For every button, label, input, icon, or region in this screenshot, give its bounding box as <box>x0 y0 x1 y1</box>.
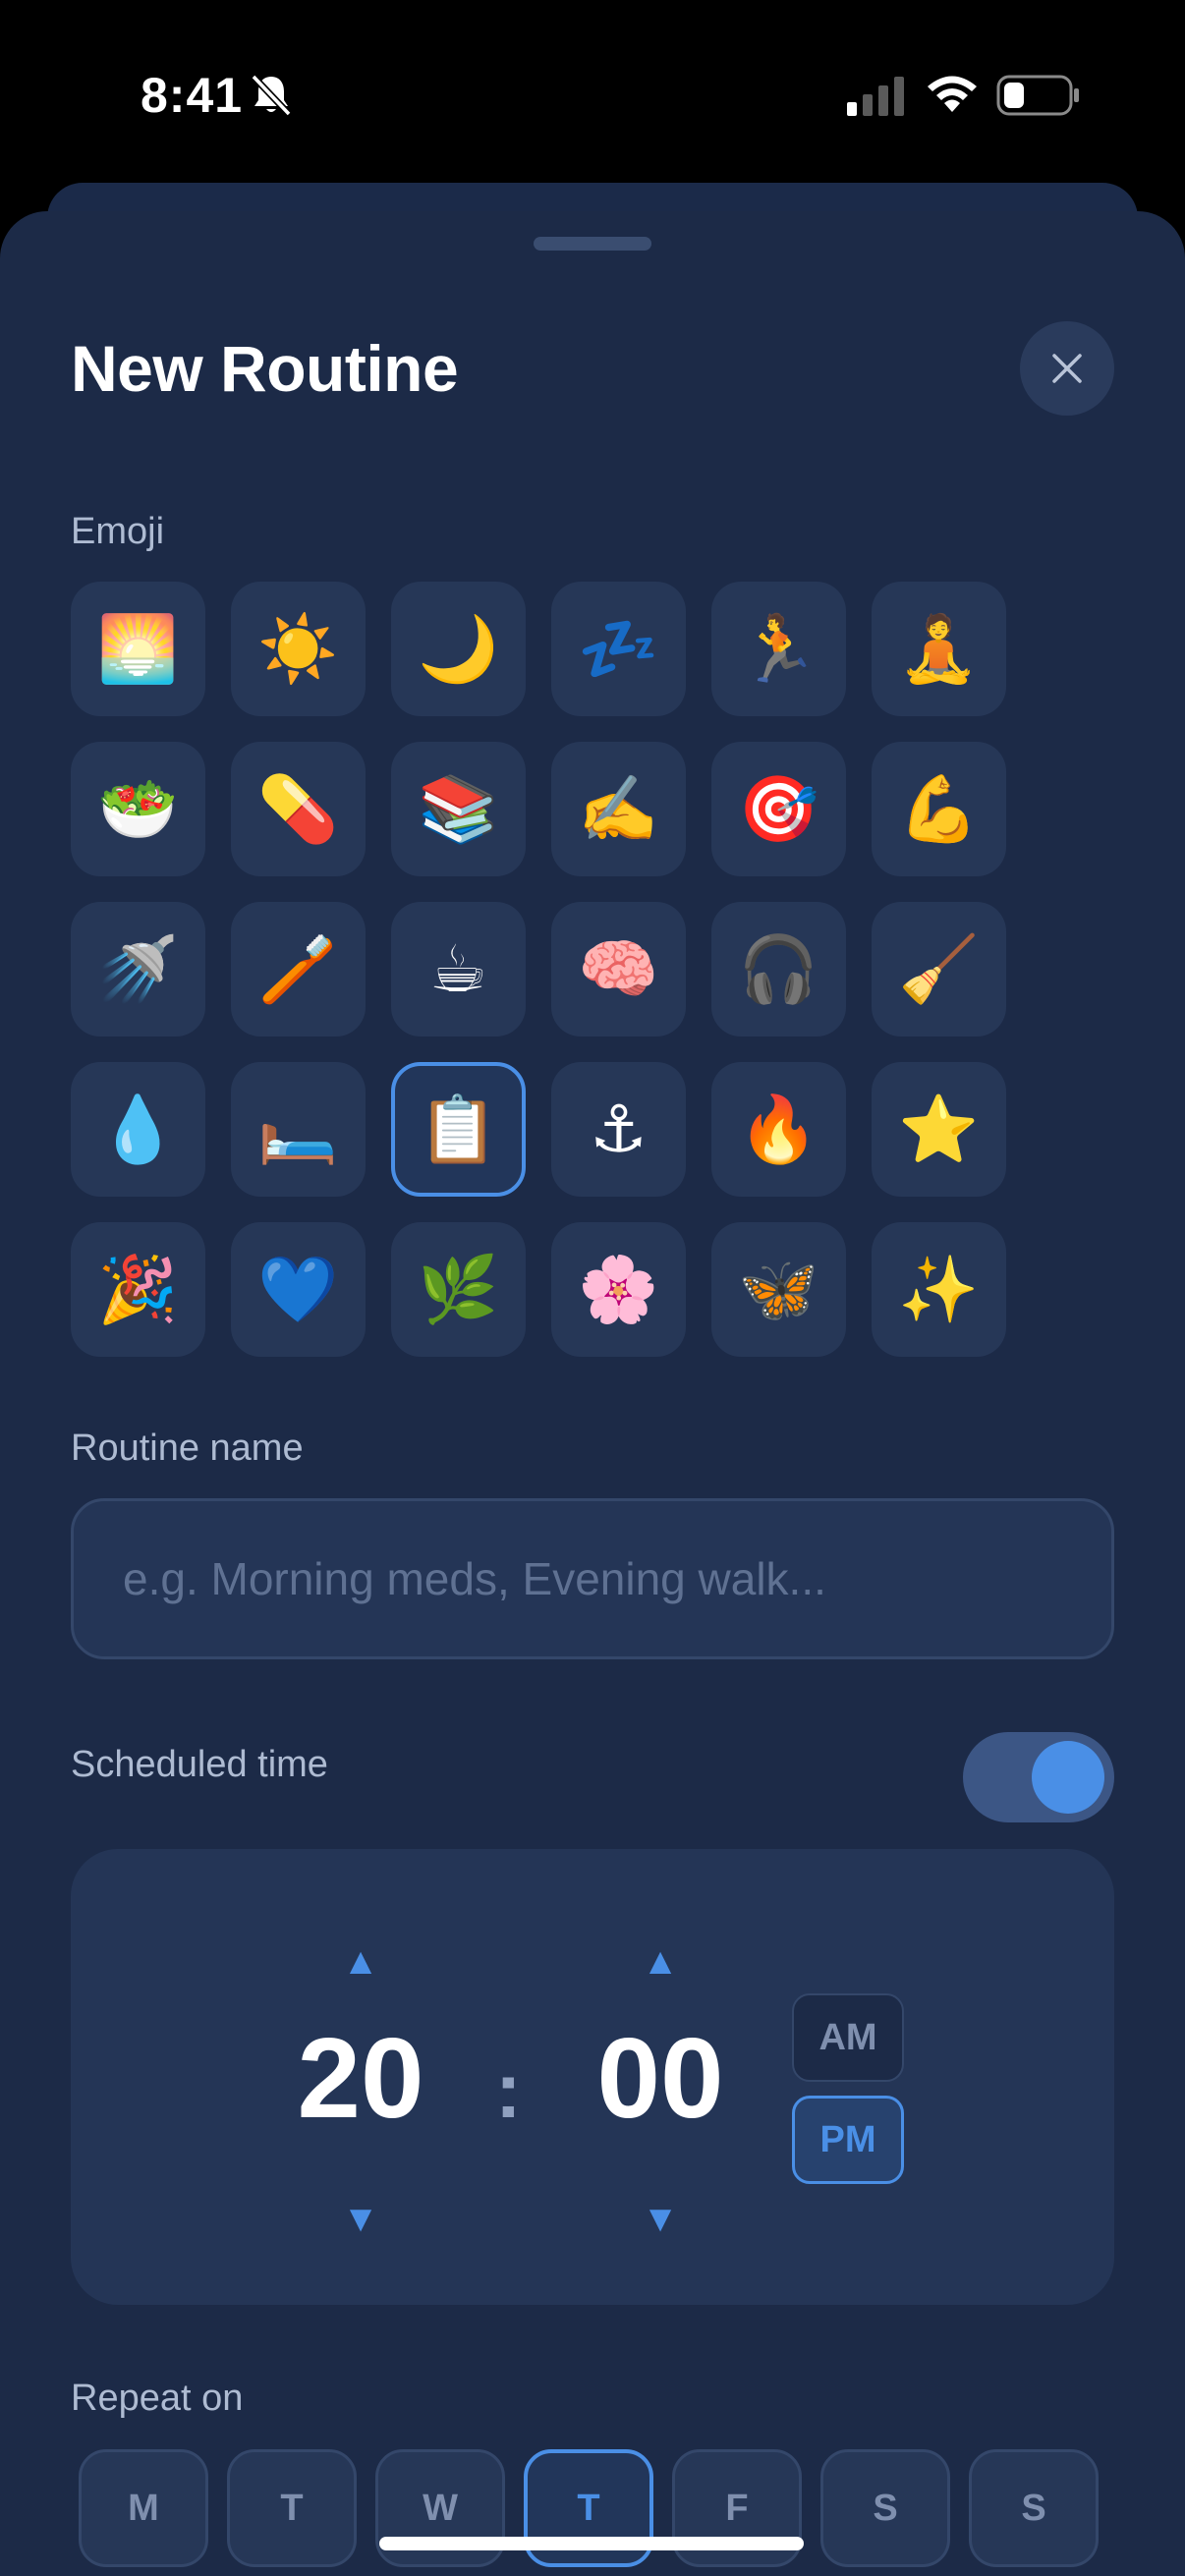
coffee-icon: ☕ <box>428 930 488 1007</box>
minute-value[interactable]: 00 <box>562 2021 759 2135</box>
status-time: 8:41 <box>141 68 244 123</box>
emoji-option-headphones[interactable]: 🎧 <box>711 902 846 1036</box>
emoji-option-pill[interactable]: 💊 <box>231 742 366 876</box>
droplet-icon: 💧 <box>97 1091 179 1167</box>
hour-value[interactable]: 20 <box>267 2021 454 2135</box>
sunrise-icon: 🌅 <box>97 610 179 687</box>
routine-name-input[interactable] <box>71 1498 1114 1659</box>
emoji-option-target[interactable]: 🎯 <box>711 742 846 876</box>
emoji-option-party-popper[interactable]: 🎉 <box>71 1222 205 1357</box>
cherry-blossom-icon: 🌸 <box>578 1251 659 1327</box>
emoji-option-herb[interactable]: 🌿 <box>391 1222 526 1357</box>
emoji-option-sleeping[interactable]: 💤 <box>551 582 686 716</box>
emoji-option-sun[interactable]: ☀️ <box>231 582 366 716</box>
battery-icon <box>996 75 1079 116</box>
sleeping-icon: 💤 <box>578 610 659 687</box>
emoji-option-blue-heart[interactable]: 💙 <box>231 1222 366 1357</box>
target-icon: 🎯 <box>738 770 819 847</box>
emoji-option-toothbrush[interactable]: 🪥 <box>231 902 366 1036</box>
scheduled-time-toggle[interactable] <box>963 1732 1114 1822</box>
repeat-day-0[interactable]: M <box>79 2449 208 2567</box>
emoji-option-fire[interactable]: 🔥 <box>711 1062 846 1197</box>
fire-icon: 🔥 <box>738 1091 819 1167</box>
bed-icon: 🛏️ <box>257 1091 339 1167</box>
herb-icon: 🌿 <box>418 1251 499 1327</box>
sun-icon: ☀️ <box>257 610 339 687</box>
emoji-option-sparkles[interactable]: ✨ <box>872 1222 1006 1357</box>
repeat-day-6[interactable]: S <box>969 2449 1099 2567</box>
brain-icon: 🧠 <box>578 930 659 1007</box>
minute-down-button[interactable]: ▼ <box>631 2201 690 2238</box>
screen: 8:41 New Routine Emoji 🌅 ☀️ 🌙 💤 🏃 🧘 🥗 💊 … <box>0 0 1185 2576</box>
routine-name-label: Routine name <box>71 1428 304 1469</box>
emoji-option-bed[interactable]: 🛏️ <box>231 1062 366 1197</box>
pill-icon: 💊 <box>257 770 339 847</box>
repeat-day-5[interactable]: S <box>820 2449 950 2567</box>
emoji-option-clipboard[interactable]: 📋 <box>391 1062 526 1197</box>
cellular-signal-icon <box>847 77 904 116</box>
broom-icon: 🧹 <box>898 930 980 1007</box>
wifi-icon <box>928 76 977 112</box>
toggle-knob <box>1032 1741 1104 1814</box>
butterfly-icon: 🦋 <box>738 1251 819 1327</box>
close-button[interactable] <box>1020 321 1114 416</box>
emoji-option-butterfly[interactable]: 🦋 <box>711 1222 846 1357</box>
emoji-option-writing-hand[interactable]: ✍️ <box>551 742 686 876</box>
party-popper-icon: 🎉 <box>97 1251 179 1327</box>
page-title: New Routine <box>71 332 459 405</box>
meditation-icon: 🧘 <box>898 610 980 687</box>
emoji-option-crescent-moon[interactable]: 🌙 <box>391 582 526 716</box>
crescent-moon-icon: 🌙 <box>418 610 499 687</box>
anchor-icon: ⚓ <box>589 1091 649 1167</box>
hour-up-button[interactable]: ▲ <box>331 1943 390 1981</box>
salad-icon: 🥗 <box>97 770 179 847</box>
emoji-section-label: Emoji <box>71 511 165 552</box>
hour-down-button[interactable]: ▼ <box>331 2201 390 2238</box>
sheet-grabber[interactable] <box>534 237 651 251</box>
runner-icon: 🏃 <box>738 610 819 687</box>
blue-heart-icon: 💙 <box>257 1251 339 1327</box>
books-icon: 📚 <box>418 770 499 847</box>
home-indicator <box>379 2537 804 2550</box>
emoji-option-runner[interactable]: 🏃 <box>711 582 846 716</box>
emoji-option-star[interactable]: ⭐ <box>872 1062 1006 1197</box>
emoji-option-shower[interactable]: 🚿 <box>71 902 205 1036</box>
toothbrush-icon: 🪥 <box>257 930 339 1007</box>
writing-hand-icon: ✍️ <box>578 770 659 847</box>
minute-up-button[interactable]: ▲ <box>631 1943 690 1981</box>
clipboard-icon: 📋 <box>418 1091 499 1167</box>
status-bar: 8:41 <box>0 0 1185 187</box>
repeat-day-1[interactable]: T <box>227 2449 357 2567</box>
emoji-option-sunrise[interactable]: 🌅 <box>71 582 205 716</box>
emoji-option-flexed-biceps[interactable]: 💪 <box>872 742 1006 876</box>
star-icon: ⭐ <box>898 1091 980 1167</box>
bell-off-icon <box>251 74 292 117</box>
sparkles-icon: ✨ <box>898 1251 980 1327</box>
emoji-option-books[interactable]: 📚 <box>391 742 526 876</box>
emoji-option-cherry-blossom[interactable]: 🌸 <box>551 1222 686 1357</box>
flexed-biceps-icon: 💪 <box>898 770 980 847</box>
am-button[interactable]: AM <box>792 1993 904 2082</box>
emoji-option-droplet[interactable]: 💧 <box>71 1062 205 1197</box>
close-icon <box>1052 354 1082 383</box>
emoji-option-coffee[interactable]: ☕ <box>391 902 526 1036</box>
repeat-on-label: Repeat on <box>71 2378 244 2419</box>
emoji-grid: 🌅 ☀️ 🌙 💤 🏃 🧘 🥗 💊 📚 ✍️ 🎯 💪 🚿 🪥 ☕ 🧠 🎧 🧹 💧 🛏️ 📋 ⚓ 🔥 ⭐ 🎉 💙 🌿 🌸 🦋 ✨ <box>71 582 1006 1357</box>
emoji-option-anchor[interactable]: ⚓ <box>551 1062 686 1197</box>
pm-button[interactable]: PM <box>792 2096 904 2184</box>
scheduled-time-label: Scheduled time <box>71 1744 328 1785</box>
emoji-option-brain[interactable]: 🧠 <box>551 902 686 1036</box>
emoji-option-meditation[interactable]: 🧘 <box>872 582 1006 716</box>
shower-icon: 🚿 <box>97 930 179 1007</box>
emoji-option-broom[interactable]: 🧹 <box>872 902 1006 1036</box>
time-separator: : <box>495 2046 522 2134</box>
emoji-option-salad[interactable]: 🥗 <box>71 742 205 876</box>
headphones-icon: 🎧 <box>738 930 819 1007</box>
time-picker: ▲ 20 ▼ : ▲ 00 ▼ AM PM <box>71 1849 1114 2305</box>
new-routine-sheet: New Routine Emoji 🌅 ☀️ 🌙 💤 🏃 🧘 🥗 💊 📚 ✍️ 🎯 💪 🚿 🪥 ☕ 🧠 🎧 🧹 💧 🛏… <box>0 211 1185 2576</box>
